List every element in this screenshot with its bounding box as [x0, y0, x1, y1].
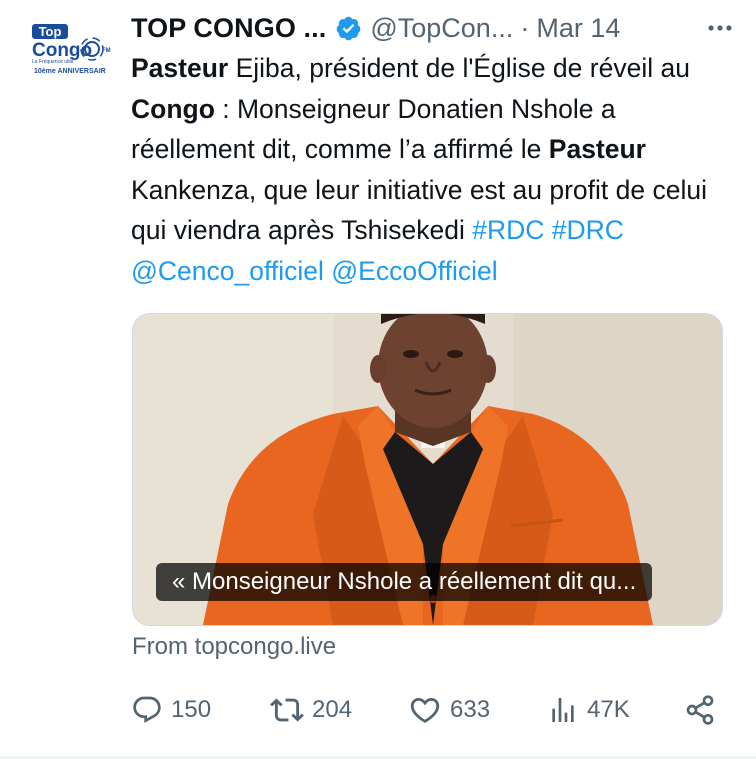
svg-text:10ème ANNIVERSAIR: 10ème ANNIVERSAIR	[34, 68, 106, 75]
bold-keyword: Pasteur	[131, 53, 229, 83]
account-handle[interactable]: @TopCon...	[370, 13, 513, 44]
mention-link[interactable]: @EccoOfficiel	[331, 256, 497, 286]
reply-button[interactable]: 150	[131, 688, 211, 732]
svg-text:FM: FM	[102, 48, 111, 54]
text-segment: Ejiba, président de l'Église de réveil a…	[228, 53, 690, 83]
text-segment	[544, 215, 551, 245]
views-count: 47K	[587, 696, 630, 723]
separator-dot: ·	[520, 12, 530, 43]
hashtag-link[interactable]: #DRC	[552, 215, 624, 245]
reply-icon	[133, 696, 161, 723]
views-button[interactable]: 47K	[547, 688, 630, 732]
svg-text:La Fréquence utile: La Fréquence utile	[32, 59, 74, 65]
link-card-caption[interactable]: « Monseigneur Nshole a réellement dit qu…	[156, 563, 653, 601]
link-card-image[interactable]: « Monseigneur Nshole a réellement dit qu…	[132, 313, 723, 626]
mention-link[interactable]: @Cenco_officiel	[131, 256, 324, 286]
action-bar: 150 204 633 47K	[131, 688, 731, 732]
tweet[interactable]: Top Congo FM La Fréquence utile 10ème AN…	[0, 0, 756, 759]
tweet-header: TOP CONGO ... @TopCon... · Mar 14	[131, 8, 741, 48]
link-source[interactable]: From topcongo.live	[132, 633, 336, 661]
like-count: 633	[450, 696, 491, 723]
svg-text:Top: Top	[39, 24, 62, 39]
views-chart-icon	[552, 698, 574, 722]
tweet-text: Pasteur Ejiba, président de l'Église de …	[131, 48, 741, 291]
verified-badge-icon[interactable]	[335, 15, 362, 42]
reply-count: 150	[171, 696, 212, 723]
retweet-icon	[270, 698, 304, 722]
topcongo-logo: Top Congo FM La Fréquence utile 10ème AN…	[32, 24, 111, 75]
tweet-date[interactable]: Mar 14	[536, 13, 620, 44]
bold-keyword: Pasteur	[548, 134, 646, 164]
more-dots-icon[interactable]	[703, 11, 737, 45]
avatar[interactable]: Top Congo FM La Fréquence utile 10ème AN…	[30, 18, 114, 82]
display-name[interactable]: TOP CONGO ...	[131, 13, 326, 44]
retweet-button[interactable]: 204	[270, 688, 352, 732]
hashtag-link[interactable]: #RDC	[472, 215, 544, 245]
share-icon	[686, 695, 714, 725]
share-button[interactable]	[684, 688, 724, 732]
heart-icon	[410, 697, 440, 723]
like-button[interactable]: 633	[408, 688, 490, 732]
bold-keyword: Congo	[131, 93, 215, 124]
retweet-count: 204	[312, 696, 353, 723]
